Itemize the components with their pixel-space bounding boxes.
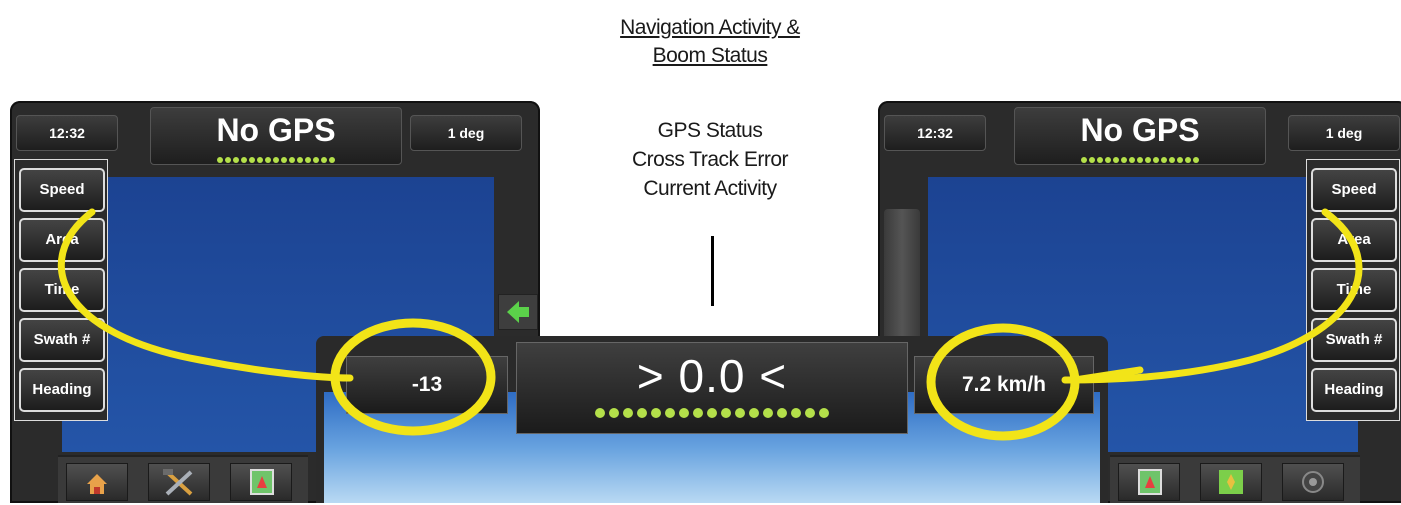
map-icon (1138, 469, 1162, 495)
right-clock: 12:32 (884, 115, 986, 151)
left-speed-button[interactable]: Speed (19, 168, 105, 212)
left-area-button[interactable]: Area (19, 218, 105, 262)
caption-item-gps-status: GPS Status (657, 119, 763, 142)
left-swath-button[interactable]: Swath # (19, 318, 105, 362)
left-tools-button[interactable] (148, 463, 210, 501)
right-heading-button[interactable]: Heading (1311, 368, 1397, 412)
home-icon (87, 474, 107, 494)
speed-value-box: 7.2 km/h (914, 356, 1094, 414)
right-camera-button[interactable] (1282, 463, 1344, 501)
right-gps-led-bar (1015, 150, 1265, 163)
left-home-button[interactable] (66, 463, 128, 501)
cross-track-error-box[interactable]: > 0.0 < (516, 342, 908, 434)
left-gps-led-bar (151, 150, 401, 163)
center-console: -13 > 0.0 < 7.2 km/h (316, 336, 1108, 503)
right-gps-status-box[interactable]: No GPS (1014, 107, 1266, 165)
left-map-button[interactable] (230, 463, 292, 501)
right-speed-button[interactable]: Speed (1311, 168, 1397, 212)
field-marker-icon (1219, 470, 1243, 494)
right-swath-button[interactable]: Swath # (1311, 318, 1397, 362)
left-nav-arrow-button[interactable] (498, 294, 538, 330)
right-area-button[interactable]: Area (1311, 218, 1397, 262)
left-heading-button[interactable]: Heading (19, 368, 105, 412)
right-time-button[interactable]: Time (1311, 268, 1397, 312)
caption-title: Navigation Activity & Boom Status (560, 14, 860, 70)
left-toolbar (58, 455, 308, 503)
right-toolbar (1110, 455, 1360, 503)
right-heading-box: 1 deg (1288, 115, 1400, 151)
left-time-button[interactable]: Time (19, 268, 105, 312)
left-clock: 12:32 (16, 115, 118, 151)
left-side-buttons: Speed Area Time Swath # Heading (14, 159, 108, 421)
caption-title-line2: Boom Status (652, 44, 768, 67)
cross-track-error: > 0.0 < (636, 350, 788, 402)
left-heading-box: 1 deg (410, 115, 522, 151)
left-gps-status: No GPS (216, 112, 336, 148)
caption-item-cross-track: Cross Track Error (631, 148, 789, 171)
caption-title-line1: Navigation Activity & (620, 16, 800, 39)
caption-item-current-activity: Current Activity (643, 177, 777, 200)
right-gps-status: No GPS (1080, 112, 1200, 148)
green-arrow-icon (507, 301, 529, 323)
left-gps-status-box[interactable]: No GPS (150, 107, 402, 165)
camera-icon (1302, 471, 1324, 493)
right-map-button[interactable] (1118, 463, 1180, 501)
cross-track-value-box: -13 (346, 356, 508, 414)
right-side-buttons: Speed Area Time Swath # Heading (1306, 159, 1400, 421)
right-field-button[interactable] (1200, 463, 1262, 501)
caption-list: GPS Status Cross Track Error Current Act… (560, 116, 860, 203)
map-icon (250, 469, 274, 495)
cross-track-led-bar (517, 405, 907, 423)
wrench-hammer-icon (163, 469, 193, 496)
caption-pointer-line (711, 236, 714, 306)
